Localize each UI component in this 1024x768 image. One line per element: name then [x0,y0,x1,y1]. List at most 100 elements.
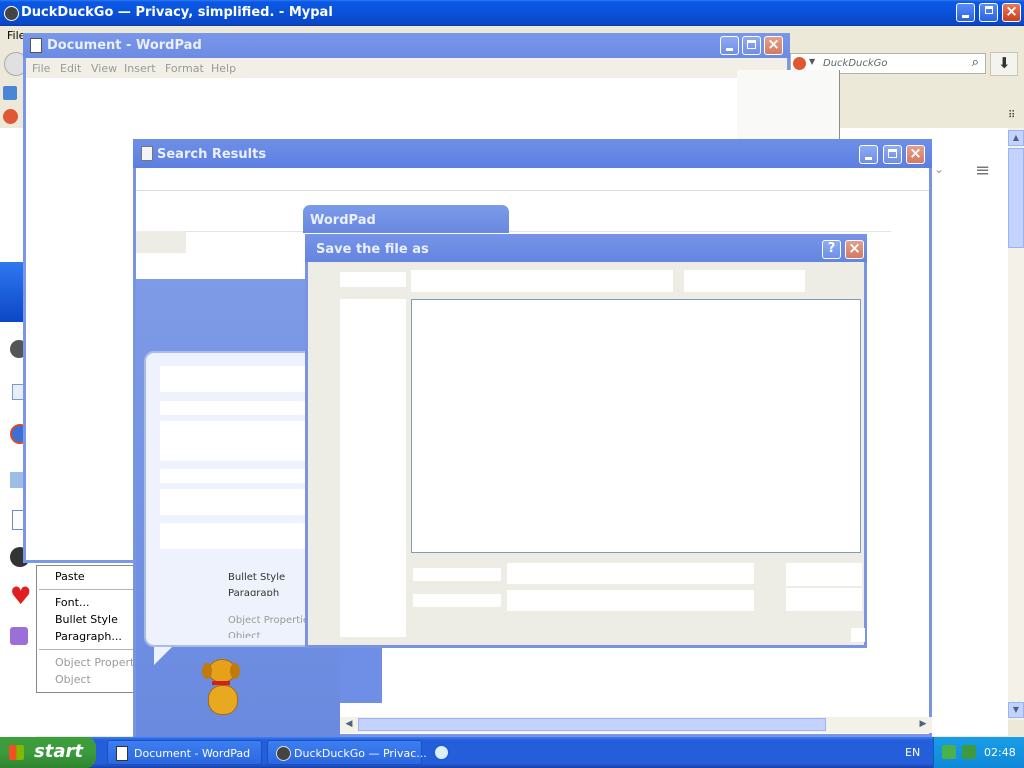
wordpad-maximize-button[interactable] [742,36,761,55]
search-results-toolbar [136,168,929,191]
browser-title: DuckDuckGo — Privacy, simplified. - Mypa… [21,5,333,20]
browser-titlebar[interactable]: DuckDuckGo — Privacy, simplified. - Mypa… [0,0,1024,26]
wordpad-menu-help[interactable]: Help [211,62,236,75]
resize-grip[interactable] [851,628,865,642]
context-menu-item-paragraph[interactable]: Paragraph... [55,630,122,643]
search-results-horizontal-scrollbar[interactable]: ◀ ▶ [340,717,932,733]
file-name-input[interactable] [507,563,754,584]
save-dialog-help-button[interactable]: ? [822,240,841,259]
tools-icon[interactable] [10,627,28,645]
file-list[interactable] [411,299,861,553]
search-results-close-button[interactable]: × [906,144,925,164]
search-dog-assistant[interactable] [200,659,244,715]
scroll-up-button[interactable]: ▲ [1008,130,1024,146]
wordpad-small-titlebar[interactable]: WordPad [303,205,509,233]
language-indicator[interactable]: EN [905,746,920,759]
save-dialog-titlebar[interactable]: Save the file as ? × [305,234,867,262]
browser-minimize-button[interactable] [956,3,975,22]
bubble-field-5[interactable] [160,489,310,515]
save-in-label-area [340,272,406,287]
ghost-menu-object-properties: Object Properties [228,615,315,626]
taskbar-item-wordpad-label: Document - WordPad [134,747,251,760]
save-in-dropdown[interactable] [411,270,673,292]
bubble-field-1[interactable] [160,366,310,392]
ghost-menu-bullet-style: Bullet Style [228,572,286,583]
search-results-minimize-button[interactable] [859,145,878,164]
search-results-titlebar[interactable]: Search Results × [133,139,932,168]
bubble-field-3[interactable] [160,421,310,461]
file-name-label [413,568,501,581]
wordpad-close-button[interactable]: × [764,35,783,55]
bubble-field-2[interactable] [160,401,310,415]
wordpad-menu-insert[interactable]: Insert [124,62,156,75]
search-results-lower-panel [340,647,382,703]
wordpad-titlebar[interactable]: Document - WordPad × [23,33,790,58]
search-engine-dropdown-icon[interactable]: ▼ [809,57,815,66]
browser-vertical-scrollbar[interactable]: ▲ ▼ [1008,128,1024,720]
wordpad-menu-file[interactable]: File [32,62,50,75]
hscroll-right-button[interactable]: ▶ [916,717,930,732]
hscroll-thumb[interactable] [358,718,826,731]
hamburger-menu-icon[interactable]: ≡ [975,160,990,181]
scroll-down-button[interactable]: ▼ [1008,702,1024,718]
wordpad-menu-edit[interactable]: Edit [60,62,81,75]
places-bar[interactable] [340,299,406,637]
browser-restore-button[interactable] [979,3,998,22]
browser-close-button[interactable]: × [1002,2,1021,22]
scroll-thumb[interactable] [1008,148,1024,248]
taskbar: start Document - WordPad DuckDuckGo — Pr… [0,737,1024,768]
overflow-grid-icon[interactable]: ⠿ [1008,110,1015,121]
chevron-down-icon[interactable]: ⌄ [934,162,944,176]
dog-ear-right [230,663,240,679]
context-menu-separator-2 [39,649,137,650]
context-menu-item-font[interactable]: Font... [55,596,89,609]
bubble-field-6[interactable] [160,523,310,549]
browser-task-icon [276,746,291,761]
quicklaunch-search-icon[interactable] [433,744,450,761]
context-menu-separator [39,589,137,590]
context-menu-item-paste[interactable]: Paste [55,570,85,583]
safely-remove-tray-icon[interactable] [962,745,976,759]
start-label: start [34,741,83,762]
taskbar-item-browser[interactable]: DuckDuckGo — Privac... [267,740,427,765]
search-results-column-header [136,231,186,253]
heart-icon[interactable]: ♥ [10,584,32,608]
search-assistant-bubble: Bullet Style Paragraph Object Properties… [144,351,332,647]
browser-app-icon [4,6,19,21]
save-dialog-toolbar-buttons[interactable] [684,270,805,292]
save-dialog-close-button[interactable]: × [845,239,864,259]
start-button[interactable]: start [0,737,96,768]
taskbar-item-wordpad[interactable]: Document - WordPad [107,740,262,765]
search-results-maximize-button[interactable] [883,145,902,164]
save-dialog: Save the file as ? × [305,234,867,648]
system-tray: 02:48 [933,737,1024,768]
wordpad-title: Document - WordPad [47,38,202,53]
wordpad-minimize-button[interactable] [720,36,739,55]
save-as-type-dropdown[interactable] [507,590,754,611]
context-menu-item-bullet-style[interactable]: Bullet Style [55,613,118,626]
ddg-tab-icon[interactable] [3,109,18,124]
search-results-address-bar [136,191,891,232]
search-input-placeholder[interactable]: DuckDuckGo [823,58,888,69]
save-dialog-title: Save the file as [316,242,429,257]
save-as-type-label [413,594,501,607]
save-button[interactable] [786,563,862,586]
cancel-button[interactable] [786,588,862,611]
network-tray-icon[interactable] [942,745,956,759]
ghost-menu-object: Object [228,631,261,638]
wordpad-menu-view[interactable]: View [91,62,117,75]
bubble-field-4[interactable] [160,469,310,483]
wordpad-small-title: WordPad [310,213,376,228]
download-button[interactable]: ⬇ [990,52,1018,76]
wordpad-menu-format[interactable]: Format [165,62,204,75]
clock[interactable]: 02:48 [984,746,1016,759]
bookmark-toolbar-icon[interactable] [3,86,17,100]
download-arrow-icon: ⬇ [998,54,1011,72]
dog-body [208,685,238,715]
taskbar-item-browser-label: DuckDuckGo — Privac... [294,747,427,760]
search-icon[interactable]: ⌕ [972,55,979,70]
dog-ear-left [202,663,212,679]
bubble-tail [154,647,172,665]
ghost-menu-paragraph: Paragraph [228,588,280,596]
hscroll-left-button[interactable]: ◀ [342,717,356,732]
